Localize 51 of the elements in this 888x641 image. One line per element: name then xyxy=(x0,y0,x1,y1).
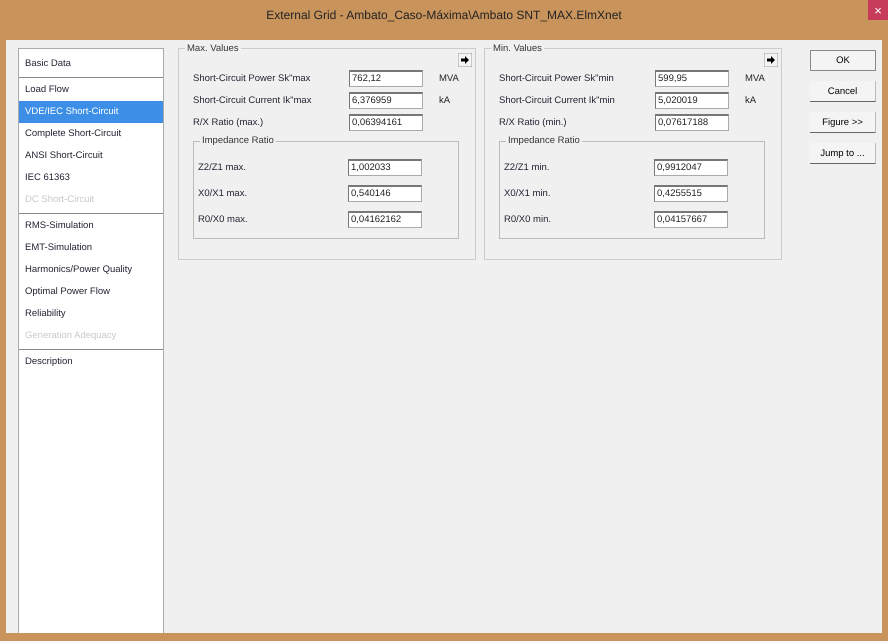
group-title: Max. Values xyxy=(185,43,241,54)
sidebar-item[interactable]: Optimal Power Flow xyxy=(19,281,163,303)
unit-label: MVA xyxy=(438,72,460,84)
unit-label: kA xyxy=(438,94,452,106)
field-label: X0/X1 max. xyxy=(198,188,248,198)
dialog-button[interactable]: OK xyxy=(810,50,876,71)
sidebar-item[interactable]: IEC 61363 xyxy=(19,167,163,189)
window-title: External Grid - Ambato_Caso-Máxima\Ambato SNT_MAX.ElmXnet xyxy=(266,8,622,22)
dialog-button[interactable]: Cancel xyxy=(810,81,876,102)
value-field[interactable]: 762,12 xyxy=(349,70,423,86)
value-field[interactable]: 599,95 xyxy=(655,70,729,86)
field-label: R0/X0 min. xyxy=(504,214,552,224)
value-field[interactable]: 0,4255515 xyxy=(654,184,728,202)
sidebar-item[interactable]: Description xyxy=(19,351,163,373)
sidebar-item[interactable]: ANSI Short-Circuit xyxy=(19,145,163,167)
value-field[interactable]: 6,376959 xyxy=(349,92,423,108)
group-title: Impedance Ratio xyxy=(506,135,582,146)
field-label: Z2/Z1 max. xyxy=(198,162,248,172)
close-button[interactable]: × xyxy=(868,0,888,20)
field-label: Short-Circuit Current Ik"min xyxy=(499,94,616,106)
dialog-button[interactable]: Figure >> xyxy=(810,112,876,133)
field-label: R0/X0 max. xyxy=(198,214,249,224)
value-field[interactable]: 0,04162162 xyxy=(348,210,422,228)
value-field[interactable]: 0,04157667 xyxy=(654,210,728,228)
value-field[interactable]: 1,002033 xyxy=(348,158,422,176)
value-field[interactable]: 0,9912047 xyxy=(654,158,728,176)
value-field[interactable]: 0,07617188 xyxy=(655,114,729,130)
sidebar-item[interactable]: Reliability xyxy=(19,303,163,325)
sidebar-item[interactable]: Harmonics/Power Quality xyxy=(19,259,163,281)
arrow-right-icon[interactable] xyxy=(764,53,778,67)
unit-label: kA xyxy=(744,94,758,106)
sidebar-item[interactable]: RMS-Simulation xyxy=(19,215,163,237)
arrow-right-icon[interactable] xyxy=(458,53,472,67)
field-label: Short-Circuit Power Sk"min xyxy=(499,72,615,84)
group-title: Impedance Ratio xyxy=(200,135,276,146)
value-field[interactable]: 0,540146 xyxy=(348,184,422,202)
group-title: Min. Values xyxy=(491,43,544,54)
sidebar-item[interactable]: Load Flow xyxy=(19,79,163,101)
value-field[interactable]: 5,020019 xyxy=(655,92,729,108)
field-label: R/X Ratio (max.) xyxy=(193,116,264,128)
unit-label: MVA xyxy=(744,72,766,84)
field-label: Short-Circuit Power Sk"max xyxy=(193,72,312,84)
sidebar-item[interactable]: Complete Short-Circuit xyxy=(19,123,163,145)
field-label: Z2/Z1 min. xyxy=(504,162,550,172)
sidebar-item[interactable]: Basic Data xyxy=(19,53,163,75)
field-label: R/X Ratio (min.) xyxy=(499,116,568,128)
field-label: Short-Circuit Current Ik"max xyxy=(193,94,312,106)
field-label: X0/X1 min. xyxy=(504,188,552,198)
dialog-button[interactable]: Jump to ... xyxy=(810,143,876,164)
value-field[interactable]: 0,06394161 xyxy=(349,114,423,130)
sidebar-item[interactable]: EMT-Simulation xyxy=(19,237,163,259)
